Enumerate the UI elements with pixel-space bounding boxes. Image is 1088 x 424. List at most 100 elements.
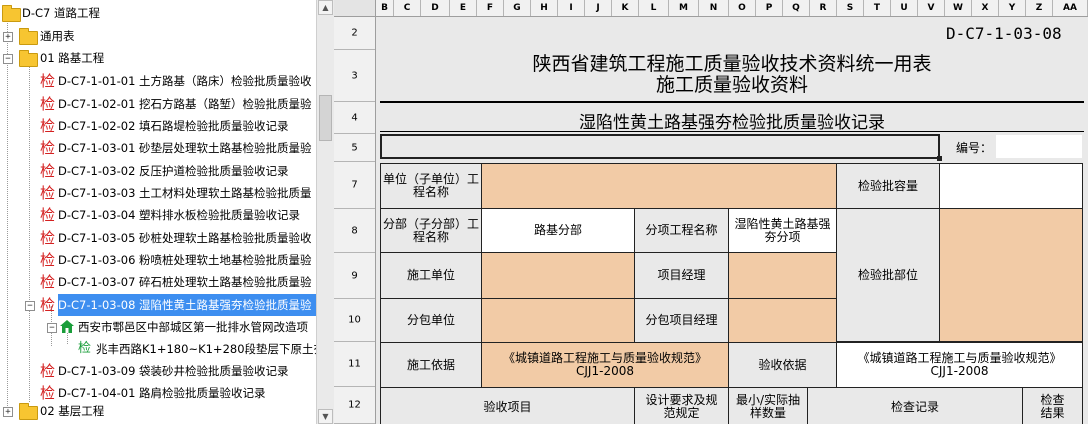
subtitle-rule xyxy=(380,131,1084,132)
column-header[interactable]: L xyxy=(639,0,669,16)
check-form-icon: 检 xyxy=(40,139,56,157)
construction-basis-value[interactable]: 《城镇道路工程施工与质量验收规范》CJJ1-2008 xyxy=(481,342,729,388)
column-header[interactable]: I xyxy=(558,0,585,16)
batch-capacity-input[interactable] xyxy=(939,163,1083,209)
row-header[interactable]: 4 xyxy=(334,102,375,134)
tree-item-label: 02 基层工程 xyxy=(40,404,105,418)
sampling-label: 最小/实际抽样数量 xyxy=(728,387,808,424)
acceptance-basis-value[interactable]: 《城镇道路工程施工与质量验收规范》CJJ1-2008 xyxy=(836,342,1083,388)
subcontractor-input[interactable] xyxy=(481,298,635,343)
project-tree[interactable]: D-C7 道路工程 + 通用表 − 01 路基工程 检 D-C7-1-01-01 … xyxy=(0,0,316,424)
check-record-icon: 检 xyxy=(78,341,92,356)
tree-item-label: D-C7-1-02-02 填石路堤检验批质量验收记录 xyxy=(58,119,289,133)
fill-handle[interactable] xyxy=(937,156,942,161)
collapse-minus-icon[interactable]: − xyxy=(3,54,13,64)
unit-project-input[interactable] xyxy=(481,163,837,209)
row-header[interactable]: 8 xyxy=(334,209,375,253)
project-manager-input[interactable] xyxy=(728,252,837,299)
column-header[interactable]: U xyxy=(891,0,918,16)
contractor-input[interactable] xyxy=(481,252,635,299)
column-header[interactable]: C xyxy=(394,0,421,16)
column-header[interactable]: V xyxy=(918,0,945,16)
column-header[interactable]: E xyxy=(450,0,477,16)
unit-project-label: 单位（子单位）工程名称 xyxy=(380,163,482,209)
acceptance-items-label: 验收项目 xyxy=(380,387,635,424)
tree-item-label: 01 路基工程 xyxy=(40,51,105,65)
row-header[interactable]: 12 xyxy=(334,387,375,424)
folder-icon xyxy=(19,403,38,420)
column-header[interactable]: S xyxy=(837,0,864,16)
tree-item-label: D-C7-1-03-08 湿陷性黄土路基强夯检验批质量验 xyxy=(58,294,316,316)
column-header[interactable]: W xyxy=(945,0,972,16)
row-header[interactable]: 3 xyxy=(334,50,375,102)
column-header[interactable]: K xyxy=(612,0,639,16)
column-header[interactable]: D xyxy=(421,0,450,16)
selected-cell[interactable] xyxy=(380,134,940,159)
tree-item-label: D-C7-1-03-04 塑料排水板检验批质量验收记录 xyxy=(58,208,301,222)
row-header[interactable]: 5 xyxy=(334,134,375,162)
tree-item-label: D-C7-1-01-01 土方路基（路床）检验批质量验收 xyxy=(58,74,312,88)
acceptance-basis-label: 验收依据 xyxy=(728,342,837,388)
column-header[interactable]: H xyxy=(531,0,558,16)
row-header-bar: 2 3 4 5 7 8 9 10 11 12 xyxy=(334,17,376,424)
row-header[interactable]: 7 xyxy=(334,162,375,209)
column-header[interactable]: O xyxy=(729,0,756,16)
column-header[interactable]: B xyxy=(376,0,394,16)
construction-basis-label: 施工依据 xyxy=(380,342,482,388)
tree-guide-line xyxy=(7,18,8,416)
column-header[interactable]: R xyxy=(810,0,837,16)
tree-scrollbar[interactable]: ▲ ▼ xyxy=(316,0,334,424)
division-value[interactable]: 路基分部 xyxy=(481,208,635,253)
expand-plus-icon[interactable]: + xyxy=(3,407,13,417)
check-form-icon: 检 xyxy=(40,95,56,113)
check-form-icon: 检 xyxy=(40,296,56,314)
select-all-corner[interactable] xyxy=(334,0,376,16)
row-header[interactable]: 9 xyxy=(334,253,375,299)
sub-pm-input[interactable] xyxy=(728,298,837,343)
row-header[interactable]: 2 xyxy=(334,17,375,50)
column-header[interactable]: Y xyxy=(999,0,1026,16)
expand-plus-icon[interactable]: + xyxy=(3,32,13,42)
column-header[interactable]: Z xyxy=(1026,0,1053,16)
column-header[interactable]: T xyxy=(864,0,891,16)
sheet-grid[interactable]: D-C7-1-03-08 陕西省建筑工程施工质量验收技术资料统一用表 施工质量验… xyxy=(376,17,1088,424)
column-header[interactable]: P xyxy=(756,0,783,16)
column-header[interactable]: AA xyxy=(1053,0,1088,16)
column-header[interactable]: J xyxy=(585,0,612,16)
title-rule xyxy=(380,101,1084,103)
row-header[interactable]: 11 xyxy=(334,342,375,387)
number-input[interactable] xyxy=(996,135,1082,158)
column-header[interactable]: Q xyxy=(783,0,810,16)
row-header[interactable]: 10 xyxy=(334,299,375,342)
tree-item-label: 通用表 xyxy=(40,29,75,43)
subitem-label: 分项工程名称 xyxy=(634,208,729,253)
column-header-bar: B C D E F G H I J K L M N O P Q R S T U … xyxy=(334,0,1088,17)
subitem-value[interactable]: 湿陷性黄土路基强夯分项 xyxy=(728,208,837,253)
scroll-up-icon[interactable]: ▲ xyxy=(318,0,333,15)
column-header[interactable]: G xyxy=(504,0,531,16)
batch-location-input[interactable] xyxy=(939,208,1083,342)
form-title: 陕西省建筑工程施工质量验收技术资料统一用表 xyxy=(532,53,932,75)
collapse-minus-icon[interactable]: − xyxy=(25,301,35,311)
tree-item-label: D-C7-1-03-06 粉喷桩处理软土地基检验批质量验 xyxy=(58,253,312,267)
form-code: D-C7-1-03-08 xyxy=(946,24,1062,43)
number-label: 编号： xyxy=(956,141,993,155)
project-manager-label: 项目经理 xyxy=(634,252,729,299)
subcontractor-label: 分包单位 xyxy=(380,298,482,343)
column-header[interactable]: F xyxy=(477,0,504,16)
column-header[interactable]: X xyxy=(972,0,999,16)
check-form-icon: 检 xyxy=(40,206,56,224)
tree-item-label: D-C7-1-02-01 挖石方路基（路堑）检验批质量验 xyxy=(58,97,312,111)
collapse-minus-icon[interactable]: − xyxy=(47,323,57,333)
scrollbar-thumb[interactable] xyxy=(319,95,332,141)
form-title-secondary: 施工质量验收资料 xyxy=(655,74,808,96)
tree-guide-line xyxy=(29,66,30,402)
column-header[interactable]: N xyxy=(699,0,729,16)
tree-item-label: D-C7-1-03-09 袋装砂井检验批质量验收记录 xyxy=(58,364,289,378)
check-form-icon: 检 xyxy=(40,229,56,247)
check-form-icon: 检 xyxy=(40,273,56,291)
column-header[interactable]: M xyxy=(669,0,699,16)
spreadsheet[interactable]: B C D E F G H I J K L M N O P Q R S T U … xyxy=(334,0,1088,424)
scroll-down-icon[interactable]: ▼ xyxy=(318,409,333,424)
contractor-label: 施工单位 xyxy=(380,252,482,299)
